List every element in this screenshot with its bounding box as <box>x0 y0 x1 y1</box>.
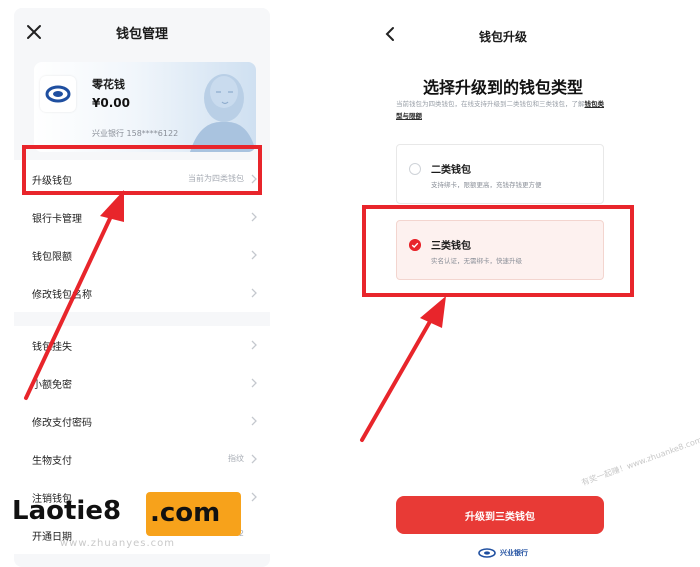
menu-label: 钱包限额 <box>32 252 72 263</box>
chevron-right-icon <box>251 288 257 298</box>
menu-item-bank-card-management[interactable]: 银行卡管理 <box>14 198 270 236</box>
chevron-right-icon <box>251 340 257 350</box>
menu-item-small-amount-password-free[interactable]: 小额免密 <box>14 364 270 402</box>
menu-label: 修改支付密码 <box>32 418 92 429</box>
menu-label: 生物支付 <box>32 456 72 467</box>
chevron-right-icon <box>251 212 257 222</box>
chevron-right-icon <box>251 416 257 426</box>
upgrade-heading: 选择升级到的钱包类型 <box>422 78 583 97</box>
radio-unselected-icon[interactable] <box>409 163 421 175</box>
description-text: 当前钱包为四类钱包，在线支持升级到二类钱包和三类钱包，了解 <box>396 100 585 108</box>
bank-footer: 兴业银行 <box>360 548 646 558</box>
wallet-bank-info: 兴业银行 158****6122 <box>92 129 179 138</box>
upgrade-description: 当前钱包为四类钱包，在线支持升级到二类钱包和三类钱包，了解钱包类型与限额 <box>396 98 610 122</box>
option-subtitle: 支持绑卡，限额更高，充钱存钱更方便 <box>431 181 542 189</box>
option-class-2-wallet[interactable]: 二类钱包 支持绑卡，限额更高，充钱存钱更方便 <box>396 144 604 204</box>
menu-item-biometric-pay[interactable]: 生物支付 指纹 <box>14 440 270 478</box>
menu-item-wallet-limit[interactable]: 钱包限额 <box>14 236 270 274</box>
header: 钱包管理 <box>14 8 270 56</box>
wallet-card[interactable]: 零花钱 ¥0.00 兴业银行 158****6122 <box>34 62 256 152</box>
bank-name: 兴业银行 <box>500 549 528 557</box>
menu-label: 小额免密 <box>32 380 72 391</box>
wallet-balance: ¥0.00 <box>92 96 130 110</box>
chevron-right-icon <box>251 250 257 260</box>
bank-logo-icon <box>40 76 76 112</box>
page-title: 钱包升级 <box>478 30 527 44</box>
menu-item-report-loss[interactable]: 钱包挂失 <box>14 326 270 364</box>
menu-item-rename-wallet[interactable]: 修改钱包名称 <box>14 274 270 312</box>
menu-label: 修改钱包名称 <box>32 290 92 301</box>
chevron-right-icon <box>251 454 257 464</box>
wallet-name: 零花钱 <box>92 78 125 91</box>
menu-label: 银行卡管理 <box>32 214 82 225</box>
chevron-right-icon <box>251 492 257 502</box>
page-title: 钱包管理 <box>115 27 168 42</box>
highlight-box-upgrade-wallet <box>22 145 262 195</box>
chevron-right-icon <box>251 378 257 388</box>
banknote-portrait-image <box>190 74 256 152</box>
watermark-small: www.zhuanyes.com <box>60 538 176 549</box>
option-title: 二类钱包 <box>431 165 471 176</box>
upgrade-to-class-3-button[interactable]: 升级到三类钱包 <box>396 496 604 534</box>
bank-logo-icon <box>478 548 496 558</box>
watermark-site: Laotie8 <box>12 496 122 526</box>
watermark-tld: .com <box>150 498 221 528</box>
menu-label: 钱包挂失 <box>32 342 72 353</box>
highlight-box-class-3-option <box>362 205 634 297</box>
menu-value: 指纹 <box>228 454 244 463</box>
menu-item-change-pay-password[interactable]: 修改支付密码 <box>14 402 270 440</box>
wallet-management-screen: 钱包管理 零花钱 ¥0.00 兴业银行 158****6122 升级钱包 当前为… <box>14 8 270 567</box>
